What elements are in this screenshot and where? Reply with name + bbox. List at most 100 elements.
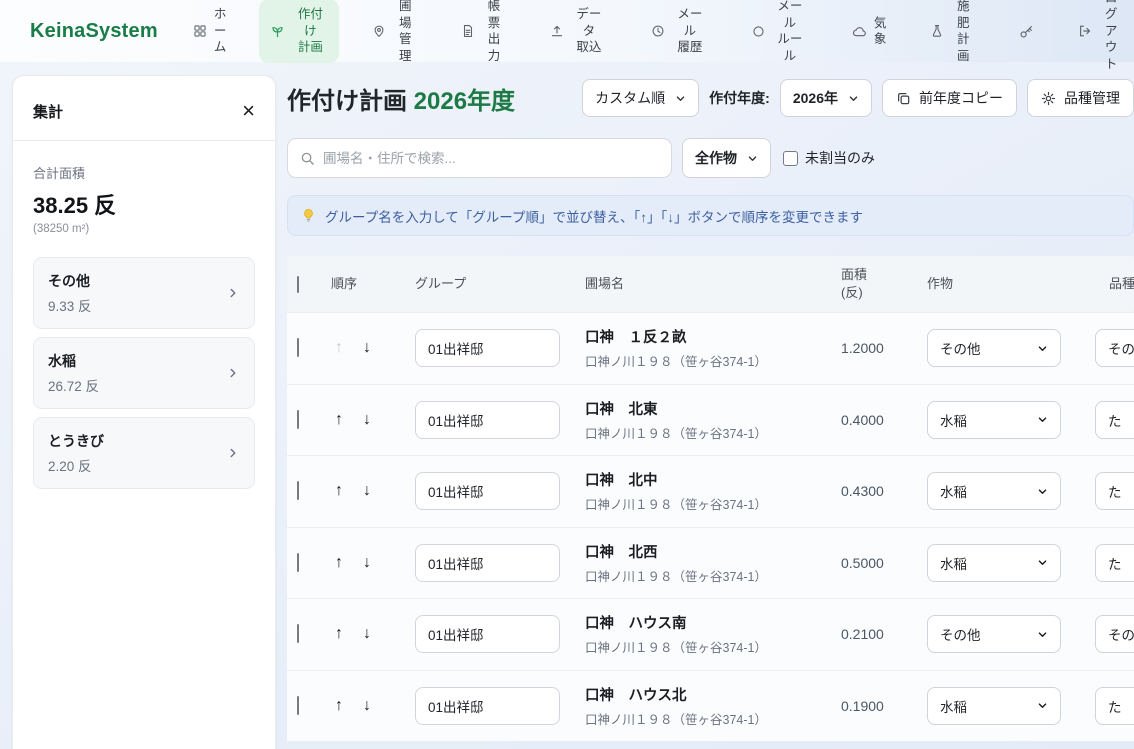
sort-order-select[interactable]: カスタム順 <box>582 79 699 117</box>
app-logo: KeinaSystem <box>30 20 158 43</box>
move-down-button[interactable]: ↓ <box>363 482 371 500</box>
row-checkbox[interactable] <box>297 624 299 643</box>
page-title: 作付け計画 2026年度 <box>287 81 515 116</box>
group-input[interactable] <box>415 401 560 439</box>
hint-banner: グループ名を入力して「グループ順」で並び替え、「↑」「↓」ボタンで順序を変更でき… <box>287 195 1134 236</box>
nav-item[interactable]: 気 象 <box>841 8 898 55</box>
move-up-button[interactable]: ↑ <box>335 339 343 357</box>
field-search-box <box>287 138 672 178</box>
table-row: ↑ ↓ 口神 １反２畝 口神ノ川１９８（笹ヶ谷374-1） 1.2000 その他 <box>287 312 1134 384</box>
nav-item[interactable]: 施肥 計画 <box>919 0 986 71</box>
table-row: ↑ ↓ 口神 ハウス北 口神ノ川１９８（笹ヶ谷374-1） 0.1900 水稲 <box>287 670 1134 742</box>
variety-select[interactable]: その他 <box>1095 615 1134 653</box>
row-checkbox[interactable] <box>297 338 299 357</box>
field-name: 口神 北東 <box>585 398 835 419</box>
row-checkbox[interactable] <box>297 410 299 429</box>
move-up-button[interactable]: ↑ <box>335 411 343 429</box>
unassigned-checkbox[interactable] <box>783 151 798 166</box>
group-input[interactable] <box>415 615 560 653</box>
plan-year-select[interactable]: 2026年 <box>780 79 872 117</box>
chevron-down-icon <box>848 93 859 104</box>
nav-item[interactable]: メール 履歴 <box>640 0 719 63</box>
select-all-checkbox[interactable] <box>297 276 299 293</box>
nav-item-label: データ 取込 <box>571 6 607 56</box>
field-name: 口神 北中 <box>585 469 835 490</box>
crop-select[interactable]: その他 <box>927 329 1061 367</box>
move-down-button[interactable]: ↓ <box>363 554 371 572</box>
table-row: ↑ ↓ 口神 ハウス南 口神ノ川１９８（笹ヶ谷374-1） 0.2100 その他 <box>287 598 1134 670</box>
key-icon <box>1019 24 1034 39</box>
move-up-button[interactable]: ↑ <box>335 482 343 500</box>
crop-filter-select[interactable]: 全作物 <box>682 138 771 178</box>
crop-area: 9.33 反 <box>48 295 92 315</box>
group-input[interactable] <box>415 329 560 367</box>
field-address: 口神ノ川１９８（笹ヶ谷374-1） <box>585 637 835 656</box>
variety-select[interactable]: た <box>1095 687 1134 725</box>
move-down-button[interactable]: ↓ <box>363 625 371 643</box>
row-checkbox[interactable] <box>297 696 299 715</box>
crop-select[interactable]: 水稲 <box>927 687 1061 725</box>
copy-previous-year-button[interactable]: 前年度コピー <box>882 79 1017 117</box>
nav-item[interactable] <box>1008 17 1045 46</box>
row-checkbox[interactable] <box>297 553 299 572</box>
history-icon <box>651 24 665 38</box>
crop-select[interactable]: その他 <box>927 615 1061 653</box>
group-input[interactable] <box>415 472 560 510</box>
row-checkbox[interactable] <box>297 481 299 500</box>
field-address: 口神ノ川１９８（笹ヶ谷374-1） <box>585 566 835 585</box>
nav-item[interactable]: 圃場 管理 <box>361 0 428 71</box>
total-area-sub: (38250 m²) <box>33 223 255 235</box>
field-area: 0.5000 <box>835 555 927 571</box>
unassigned-only-toggle[interactable]: 未割当のみ <box>783 148 875 168</box>
upload-icon <box>550 24 564 38</box>
close-icon[interactable]: × <box>242 100 255 122</box>
crop-name: 水稲 <box>48 351 99 371</box>
search-icon <box>300 151 315 166</box>
move-down-button[interactable]: ↓ <box>363 411 371 429</box>
crop-summary-card[interactable]: その他 9.33 反 <box>33 257 255 329</box>
field-search-input[interactable] <box>323 151 659 166</box>
crop-select[interactable]: 水稲 <box>927 544 1061 582</box>
nav-item[interactable]: 帳票 出力 <box>450 0 517 71</box>
nav-item-label: 作付け 計画 <box>292 6 328 56</box>
cloud-icon <box>852 24 867 39</box>
move-down-button[interactable]: ↓ <box>363 339 371 357</box>
variety-management-button[interactable]: 品種管理 <box>1027 79 1134 117</box>
move-down-button[interactable]: ↓ <box>363 697 371 715</box>
crop-name: その他 <box>48 271 92 291</box>
chevron-down-icon <box>675 93 686 104</box>
nav-item[interactable]: メール ルール <box>741 0 819 71</box>
field-area: 0.4300 <box>835 483 927 499</box>
top-nav-bar: KeinaSystem ホ ー ム 作付け 計画 圃場 管理 帳票 出力 <box>0 0 1134 62</box>
flask-icon <box>930 24 944 38</box>
nav-item[interactable]: 作付け 計画 <box>259 0 339 63</box>
field-name: 口神 １反２畝 <box>585 326 835 347</box>
crop-select[interactable]: 水稲 <box>927 472 1061 510</box>
crop-summary-card[interactable]: 水稲 26.72 反 <box>33 337 255 409</box>
crop-area: 26.72 反 <box>48 375 99 395</box>
variety-select[interactable]: た <box>1095 472 1134 510</box>
nav-item-label: 圃場 管理 <box>393 0 417 64</box>
chevron-down-icon <box>1037 414 1048 425</box>
crop-select[interactable]: 水稲 <box>927 401 1061 439</box>
group-input[interactable] <box>415 544 560 582</box>
field-area: 0.1900 <box>835 698 927 714</box>
move-up-button[interactable]: ↑ <box>335 554 343 572</box>
move-up-button[interactable]: ↑ <box>335 625 343 643</box>
variety-select[interactable]: た <box>1095 544 1134 582</box>
home-icon <box>193 24 207 38</box>
field-name: 口神 ハウス北 <box>585 684 835 705</box>
variety-select[interactable]: た <box>1095 401 1134 439</box>
total-area-value: 38.25 反 <box>33 188 255 220</box>
col-variety: 品種 <box>1095 275 1134 293</box>
nav-item-label: 気 象 <box>874 15 887 48</box>
plan-year-label: 作付年度: <box>709 88 770 108</box>
group-input[interactable] <box>415 687 560 725</box>
variety-select[interactable]: その他 <box>1095 329 1134 367</box>
field-address: 口神ノ川１９８（笹ヶ谷374-1） <box>585 494 835 513</box>
nav-item[interactable]: データ 取込 <box>539 0 618 63</box>
crop-summary-card[interactable]: とうきび 2.20 反 <box>33 417 255 489</box>
nav-item[interactable]: ホ ー ム <box>182 0 238 63</box>
document-icon <box>461 24 475 38</box>
move-up-button[interactable]: ↑ <box>335 697 343 715</box>
